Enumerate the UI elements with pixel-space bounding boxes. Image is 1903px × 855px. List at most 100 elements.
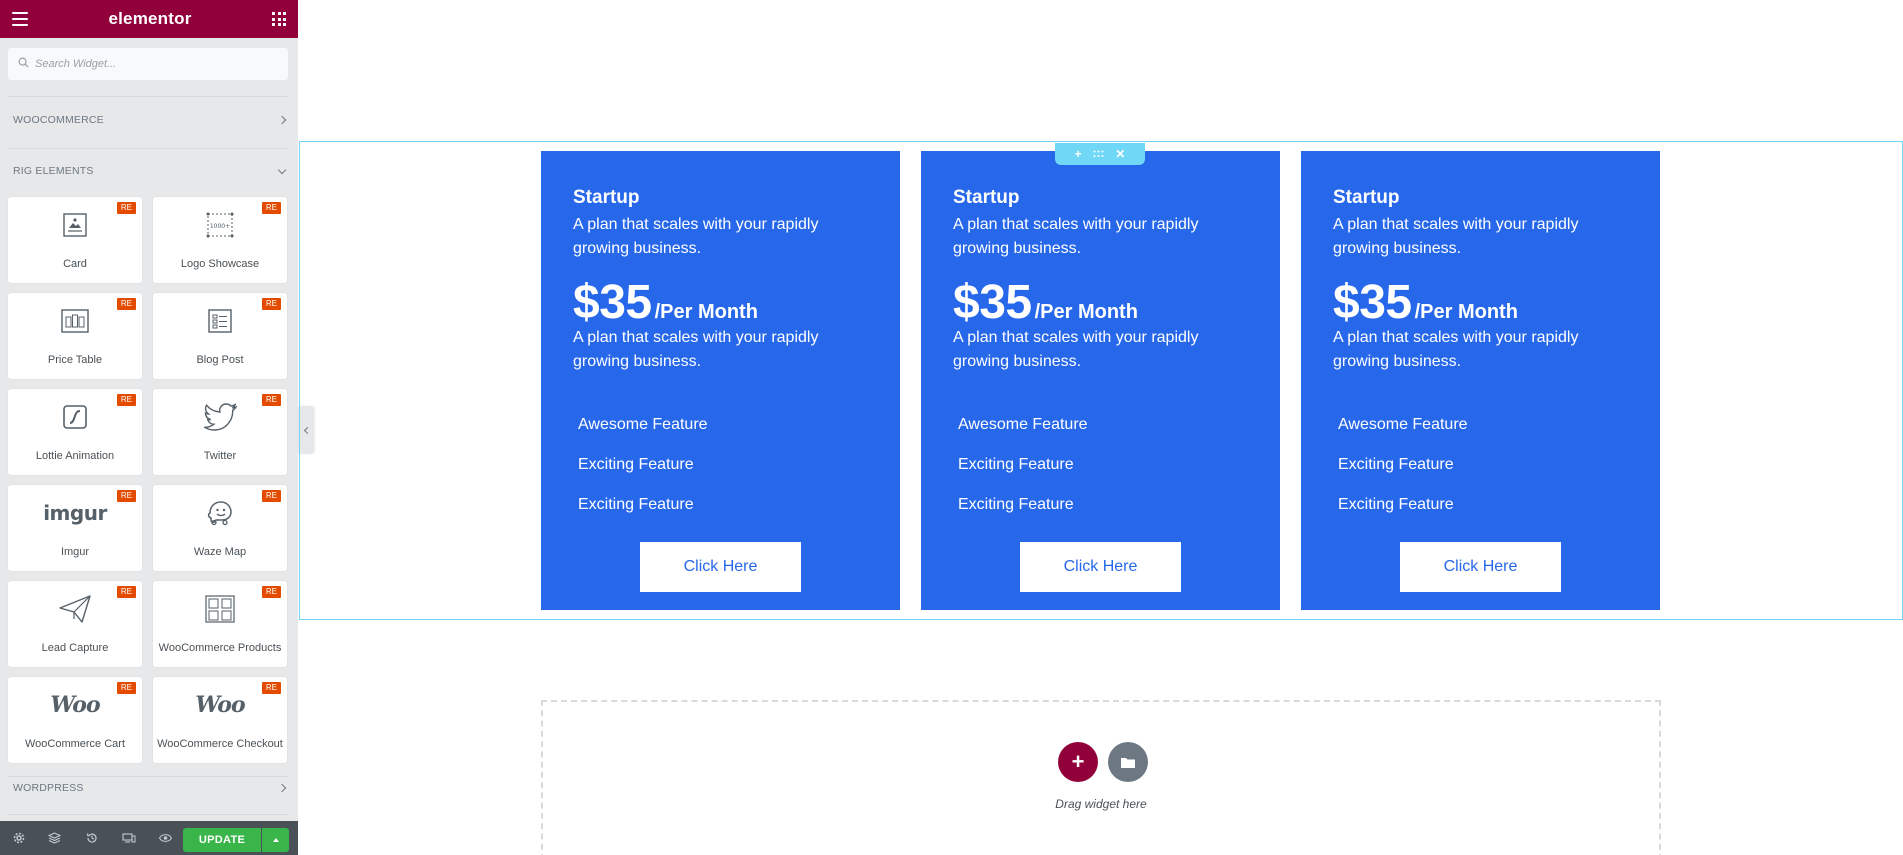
panel-header: elementor [0, 0, 298, 38]
folder-icon [1121, 757, 1135, 768]
feature-item: Exciting Feature [1338, 496, 1454, 513]
widget-label: WooCommerce Products [158, 642, 282, 654]
widget-logo-showcase[interactable]: 1000+ RE Logo Showcase [153, 197, 287, 283]
re-badge: RE [116, 298, 136, 310]
feature-item: Awesome Feature [578, 416, 708, 433]
plan-price: $35 [1333, 276, 1412, 329]
elementor-logo: elementor [108, 9, 192, 28]
woo-products-icon [200, 593, 240, 625]
widget-label: Logo Showcase [180, 258, 260, 270]
feature-list: Awesome Feature Exciting Feature Excitin… [1338, 413, 1468, 533]
menu-icon[interactable] [12, 12, 28, 26]
divider [8, 814, 288, 815]
pricing-card[interactable]: Startup A plan that scales with your rap… [921, 151, 1280, 610]
widget-lottie-animation[interactable]: RE Lottie Animation [8, 389, 142, 475]
woo-logo: Woo [40, 689, 110, 721]
card-icon [55, 209, 95, 241]
woo-logo-text: Woo [195, 692, 245, 718]
plan-title: Startup [1333, 187, 1400, 208]
widget-waze-map[interactable]: RE Waze Map [153, 485, 287, 571]
price-row: $35 /Per Month [953, 275, 1138, 330]
svg-text:1000+: 1000+ [210, 223, 230, 230]
category-label: WORDPRESS [13, 782, 84, 794]
click-here-button[interactable]: Click Here [640, 542, 801, 592]
widget-label: Price Table [47, 354, 103, 366]
feature-list: Awesome Feature Exciting Feature Excitin… [578, 413, 708, 533]
plan-description-secondary: A plan that scales with your rapidly gro… [1333, 329, 1579, 370]
imgur-logo-text: imgur [43, 501, 107, 525]
widget-twitter[interactable]: RE Twitter [153, 389, 287, 475]
widget-label: WooCommerce Checkout [157, 738, 283, 750]
lottie-icon [55, 401, 95, 433]
category-woocommerce[interactable]: WOOCOMMERCE [0, 109, 298, 131]
re-badge: RE [116, 682, 136, 694]
feature-item: Exciting Feature [1338, 456, 1454, 473]
widget-woocommerce-checkout[interactable]: Woo RE WooCommerce Checkout [153, 677, 287, 763]
plan-description-secondary: A plan that scales with your rapidly gro… [573, 329, 819, 370]
delete-section-icon[interactable]: ✕ [1115, 148, 1125, 160]
responsive-icon[interactable] [118, 821, 139, 855]
widget-woocommerce-cart[interactable]: Woo RE WooCommerce Cart [8, 677, 142, 763]
twitter-icon [200, 401, 240, 433]
update-options-button[interactable] [262, 828, 289, 852]
elementor-editor: elementor WOOCOMMERCE RIG ELEMENTS [0, 0, 1903, 855]
feature-item: Awesome Feature [1338, 416, 1468, 433]
widgets-grid-icon[interactable] [272, 12, 286, 26]
feature-item: Exciting Feature [578, 496, 694, 513]
chevron-down-icon [277, 165, 287, 174]
drag-section-icon[interactable] [1093, 148, 1104, 160]
widget-blog-post[interactable]: RE Blog Post [153, 293, 287, 379]
chevron-right-icon [277, 115, 287, 125]
search-input[interactable] [35, 58, 275, 70]
pricing-card[interactable]: Startup A plan that scales with your rap… [541, 151, 900, 610]
plan-period: /Per Month [654, 301, 758, 323]
re-badge: RE [116, 202, 136, 214]
plan-description: A plan that scales with your rapidly gro… [953, 216, 1199, 257]
feature-item: Exciting Feature [958, 456, 1074, 473]
search-widget-box[interactable] [8, 48, 288, 80]
widget-price-table[interactable]: RE Price Table [8, 293, 142, 379]
caret-up-icon [272, 838, 279, 842]
blog-post-icon [200, 305, 240, 337]
plan-price: $35 [953, 276, 1032, 329]
woo-logo-text: Woo [50, 692, 100, 718]
click-here-button[interactable]: Click Here [1400, 542, 1561, 592]
feature-item: Exciting Feature [958, 496, 1074, 513]
logo-showcase-icon: 1000+ [200, 209, 240, 241]
settings-icon[interactable] [8, 821, 29, 855]
widget-woocommerce-products[interactable]: RE WooCommerce Products [153, 581, 287, 667]
category-rig-elements[interactable]: RIG ELEMENTS [0, 160, 298, 182]
widget-label: Card [63, 258, 87, 270]
feature-list: Awesome Feature Exciting Feature Excitin… [958, 413, 1088, 533]
widget-imgur[interactable]: imgur RE Imgur [8, 485, 142, 571]
panel-footer: UPDATE [0, 821, 298, 855]
price-row: $35 /Per Month [573, 275, 758, 330]
widget-lead-capture[interactable]: RE Lead Capture [8, 581, 142, 667]
preview-icon[interactable] [155, 821, 176, 855]
plan-period: /Per Month [1414, 301, 1518, 323]
category-wordpress[interactable]: WORDPRESS [0, 777, 298, 799]
history-icon[interactable] [81, 821, 102, 855]
plan-description: A plan that scales with your rapidly gro… [573, 216, 819, 257]
search-icon [18, 55, 29, 73]
divider [8, 96, 288, 97]
re-badge: RE [116, 394, 136, 406]
re-badge: RE [261, 586, 281, 598]
re-badge: RE [261, 202, 281, 214]
imgur-logo: imgur [40, 497, 110, 529]
feature-item: Exciting Feature [578, 456, 694, 473]
widget-card[interactable]: RE Card [8, 197, 142, 283]
price-table-icon [55, 305, 95, 337]
pricing-card[interactable]: Startup A plan that scales with your rap… [1301, 151, 1660, 610]
add-new-section-button[interactable]: + [1058, 742, 1098, 782]
plan-period: /Per Month [1034, 301, 1138, 323]
add-section-icon[interactable]: + [1075, 148, 1082, 160]
section-handle: + ✕ [1055, 143, 1145, 165]
add-section-drop-zone[interactable] [541, 700, 1661, 855]
navigator-icon[interactable] [44, 821, 65, 855]
update-button[interactable]: UPDATE [183, 828, 261, 852]
add-template-button[interactable] [1108, 742, 1148, 782]
re-badge: RE [116, 586, 136, 598]
plan-description: A plan that scales with your rapidly gro… [1333, 216, 1579, 257]
click-here-button[interactable]: Click Here [1020, 542, 1181, 592]
